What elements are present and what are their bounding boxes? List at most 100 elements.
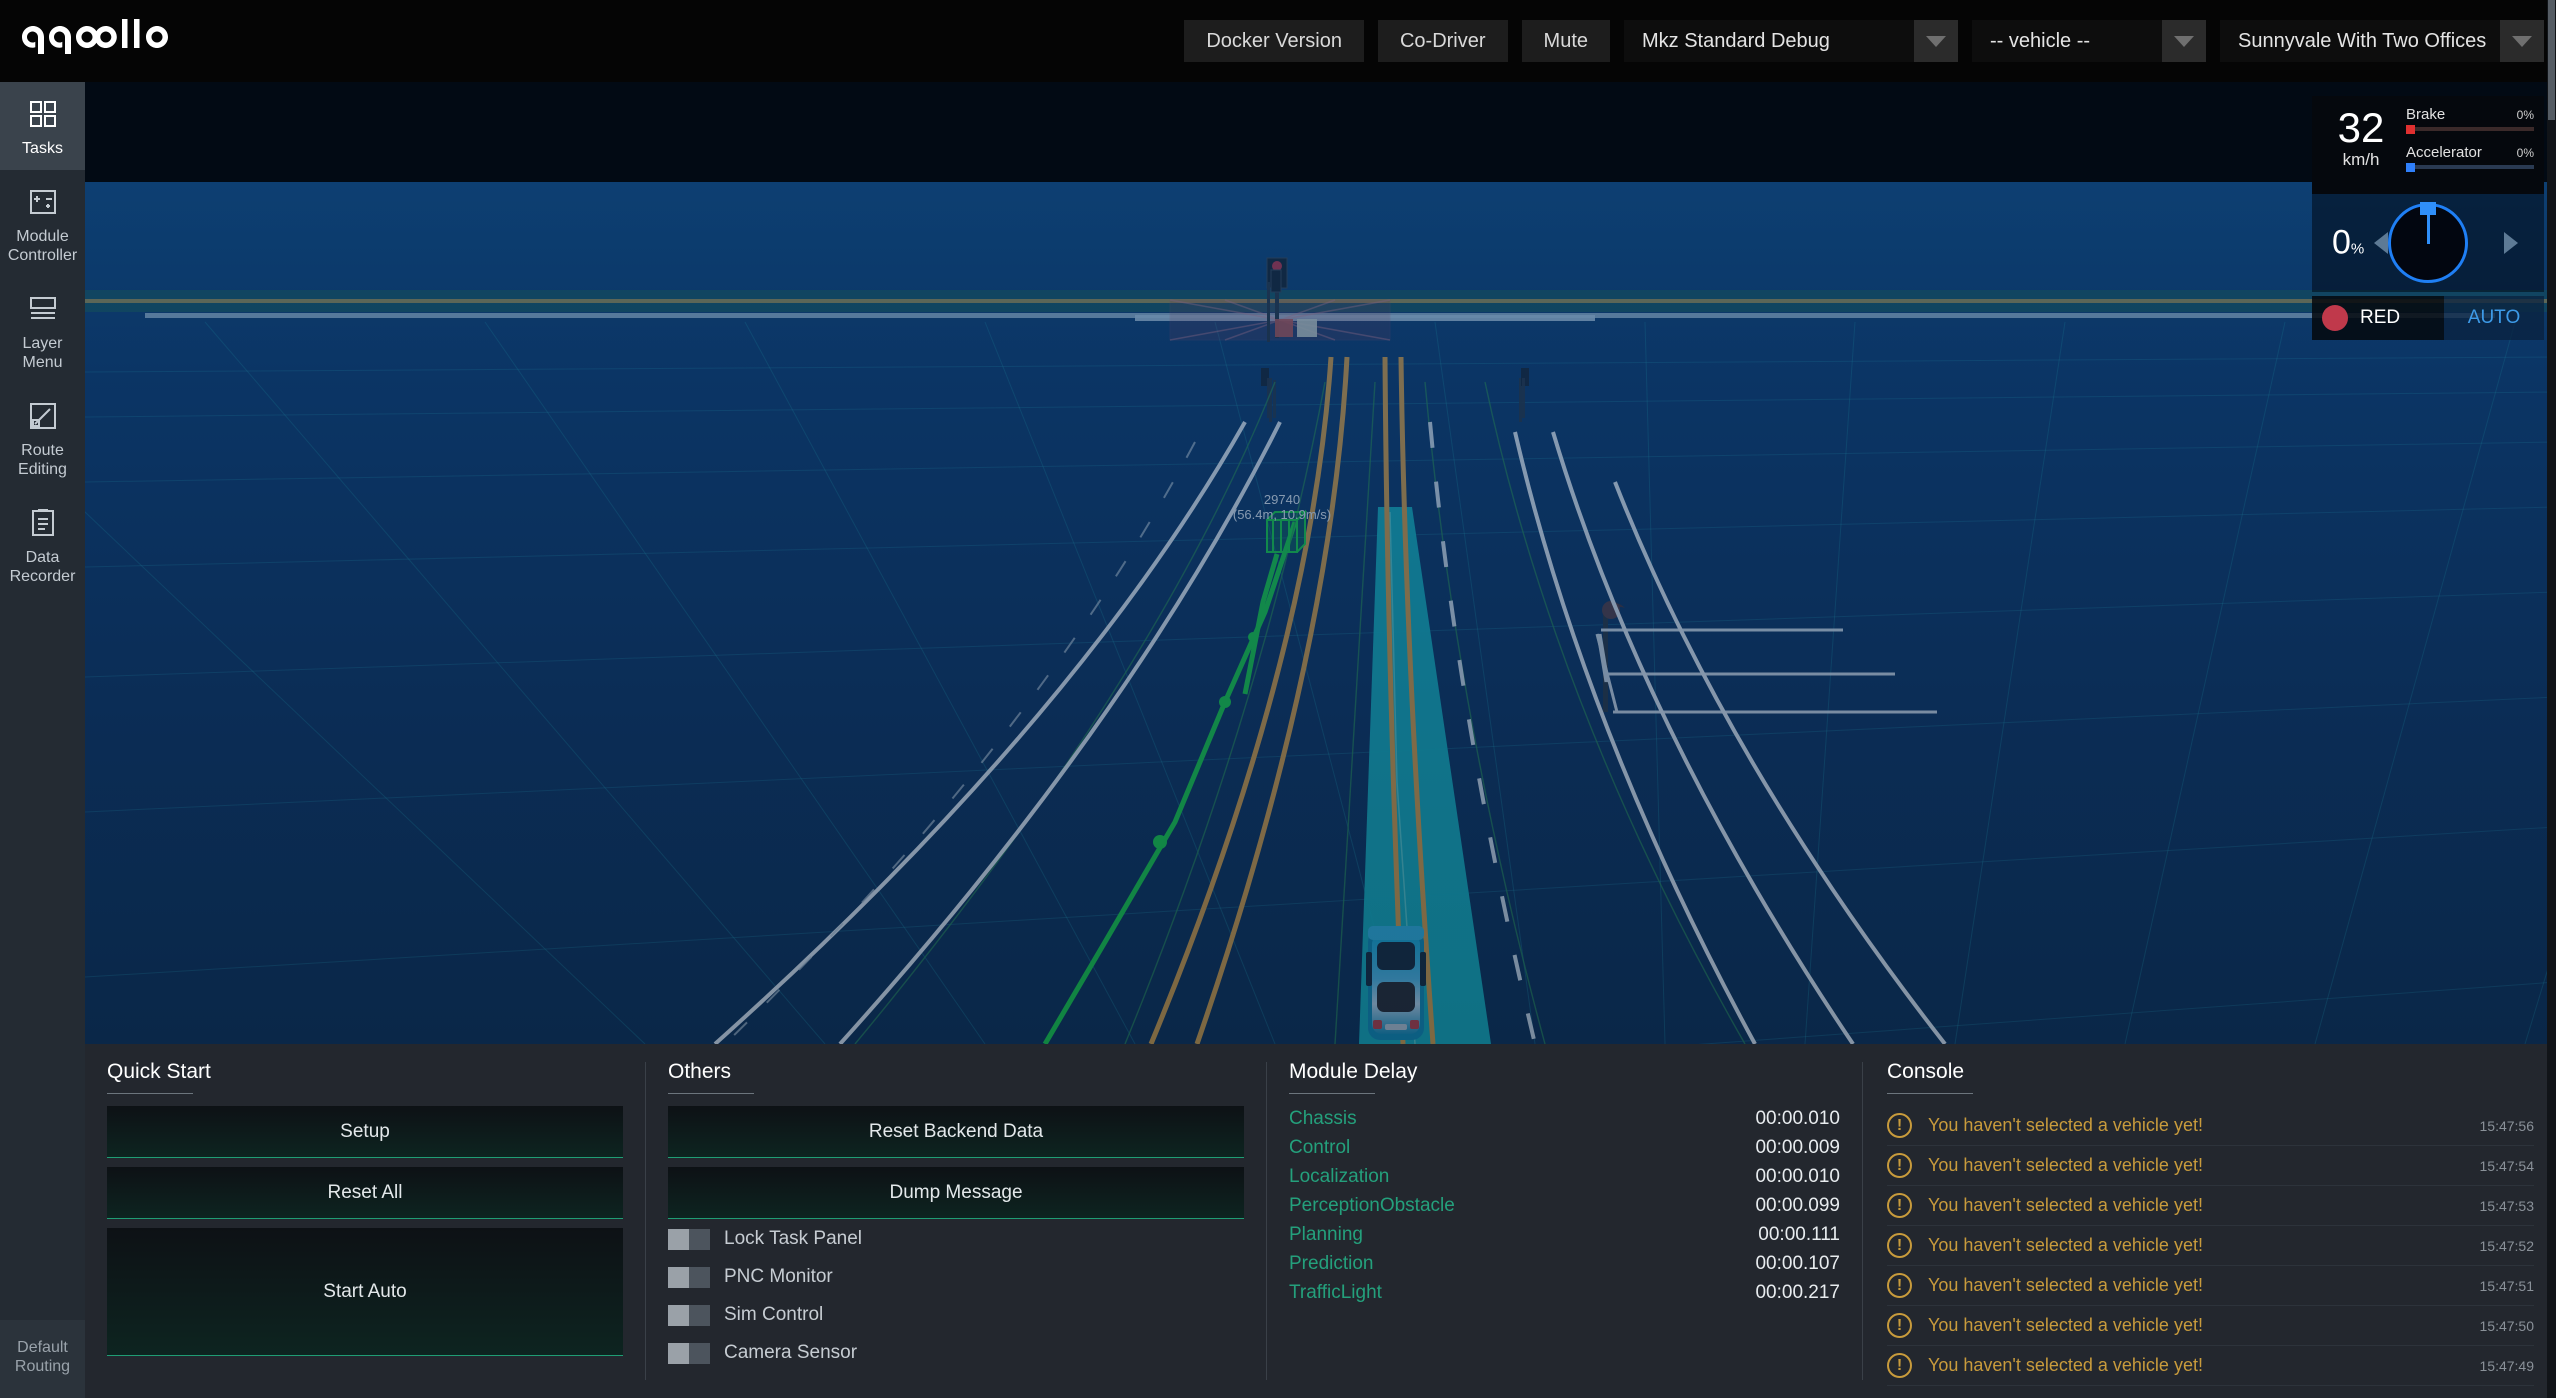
map-select-value: Sunnyvale With Two Offices (2238, 29, 2487, 52)
quick-start-panel: Quick Start Setup Reset All Start Auto (85, 1044, 645, 1398)
console-message: You haven't selected a vehicle yet! (1928, 1155, 2203, 1175)
toggle-pnc-monitor[interactable]: PNC Monitor (668, 1266, 1244, 1288)
console-row: ! You haven't selected a vehicle yet! 15… (1887, 1106, 2534, 1146)
scene-sky (85, 82, 2556, 182)
module-delay-title: Module Delay (1289, 1060, 1418, 1083)
module-delay-row: Control 00:00.009 (1289, 1135, 1840, 1164)
console-message: You haven't selected a vehicle yet! (1928, 1195, 2203, 1215)
speedometer: 32 km/h (2322, 106, 2400, 182)
brake-row: Brake 0% (2406, 106, 2534, 123)
console-message: You haven't selected a vehicle yet! (1928, 1315, 2203, 1335)
brake-bar (2406, 125, 2534, 134)
layer-menu-icon (25, 291, 61, 327)
sidebar-item-route-editing[interactable]: Route Editing (0, 384, 85, 491)
setup-button[interactable]: Setup (107, 1106, 623, 1158)
dump-message-button[interactable]: Dump Message (668, 1167, 1244, 1219)
mute-button[interactable]: Mute (1521, 20, 1610, 62)
speed-unit: km/h (2342, 150, 2380, 169)
traffic-light-status: RED (2312, 296, 2444, 340)
warning-icon: ! (1887, 1313, 1912, 1338)
scrollbar-thumb (2548, 0, 2555, 120)
console-message: You haven't selected a vehicle yet! (1928, 1115, 2203, 1135)
brake-percent: 0% (2516, 108, 2534, 122)
module-name: Localization (1289, 1166, 1390, 1187)
module-delay-value: 00:00.099 (1755, 1195, 1840, 1216)
obstacle-info-label: (56.4m, 10.9m/s) (1233, 507, 1331, 522)
driving-mode-button[interactable]: AUTO (2444, 296, 2544, 340)
page-scrollbar[interactable] (2547, 0, 2556, 1398)
module-name: PerceptionObstacle (1289, 1195, 1455, 1216)
reset-backend-data-button[interactable]: Reset Backend Data (668, 1106, 1244, 1158)
docker-version-button[interactable]: Docker Version (1184, 20, 1364, 62)
accelerator-row: Accelerator 0% (2406, 144, 2534, 161)
toggle-lock-task-panel[interactable]: Lock Task Panel (668, 1228, 1244, 1250)
vehicle-select[interactable]: -- vehicle -- (1972, 20, 2206, 62)
header-controls: Docker Version Co-Driver Mute Mkz Standa… (1184, 20, 2544, 62)
module-delay-panel: Module Delay Chassis 00:00.010 Control 0… (1267, 1044, 1862, 1398)
warning-icon: ! (1887, 1233, 1912, 1258)
steering-panel: 0% (2312, 194, 2544, 292)
console-row: ! You haven't selected a vehicle yet! 15… (1887, 1226, 2534, 1266)
module-delay-row: Chassis 00:00.010 (1289, 1106, 1840, 1135)
toggle-switch-icon[interactable] (668, 1304, 710, 1326)
mode-select[interactable]: Mkz Standard Debug (1624, 20, 1958, 62)
warning-icon: ! (1887, 1153, 1912, 1178)
console-time: 15:47:56 (2479, 1117, 2535, 1134)
steering-wheel-icon (2388, 202, 2468, 283)
console-row: ! You haven't selected a vehicle yet! 15… (1887, 1146, 2534, 1186)
turn-left-indicator-icon (2374, 232, 2388, 254)
vehicle-select-value: -- vehicle -- (1990, 29, 2091, 52)
console-list[interactable]: ! You haven't selected a vehicle yet! 15… (1887, 1106, 2534, 1386)
toggle-switch-icon[interactable] (668, 1342, 710, 1364)
traffic-light-label: RED (2360, 307, 2401, 328)
accelerator-label: Accelerator (2406, 144, 2482, 161)
hud-speed-panel: 32 km/h Brake 0% Accelerator 0% (2312, 96, 2544, 194)
warning-icon: ! (1887, 1353, 1912, 1378)
apollo-dreamview-app: Docker Version Co-Driver Mute Mkz Standa… (0, 0, 2556, 1398)
sidebar: Tasks Module Controller Layer Menu Route… (0, 82, 85, 1398)
module-delay-row: PerceptionObstacle 00:00.099 (1289, 1193, 1840, 1222)
start-auto-button[interactable]: Start Auto (107, 1228, 623, 1356)
sidebar-item-layer-menu[interactable]: Layer Menu (0, 277, 85, 384)
data-recorder-icon (25, 505, 61, 541)
steering-unit: % (2350, 240, 2365, 258)
brake-label: Brake (2406, 106, 2446, 123)
map-select[interactable]: Sunnyvale With Two Offices (2220, 20, 2544, 62)
brake-knob (2406, 125, 2415, 134)
console-time: 15:47:50 (2479, 1317, 2535, 1334)
others-panel: Others Reset Backend Data Dump Message L… (646, 1044, 1266, 1398)
sidebar-item-module-controller[interactable]: Module Controller (0, 170, 85, 277)
warning-icon: ! (1887, 1273, 1912, 1298)
module-name: Prediction (1289, 1253, 1374, 1274)
default-routing-button[interactable]: Default Routing (0, 1320, 85, 1398)
sidebar-item-label: Route Editing (18, 442, 67, 478)
co-driver-button[interactable]: Co-Driver (1377, 20, 1508, 62)
tasks-icon (25, 96, 61, 132)
reset-all-button[interactable]: Reset All (107, 1167, 623, 1219)
module-delay-row: Localization 00:00.010 (1289, 1164, 1840, 1193)
sidebar-item-label: Layer Menu (22, 335, 63, 371)
scene-geometry: 29740 (56.4m, 10.9m/s) (85, 257, 2556, 1044)
sidebar-item-tasks[interactable]: Tasks (0, 82, 85, 170)
simulation-3d-view[interactable]: 29740 (56.4m, 10.9m/s) 32 km/h Brake 0% … (85, 82, 2556, 1044)
module-delay-row: Planning 00:00.111 (1289, 1222, 1840, 1251)
module-delay-value: 00:00.010 (1755, 1108, 1840, 1129)
module-delay-value: 00:00.107 (1755, 1253, 1840, 1274)
toggle-sim-control[interactable]: Sim Control (668, 1304, 1244, 1326)
console-time: 15:47:52 (2479, 1237, 2535, 1254)
toggle-camera-sensor[interactable]: Camera Sensor (668, 1342, 1244, 1364)
obstacle-id-label: 29740 (1264, 492, 1300, 507)
console-time: 15:47:54 (2479, 1157, 2535, 1174)
bottom-panel-bar: Quick Start Setup Reset All Start Auto O… (85, 1044, 2556, 1398)
pedal-bars: Brake 0% Accelerator 0% (2400, 106, 2534, 182)
toggle-switch-icon[interactable] (668, 1228, 710, 1250)
module-delay-value: 00:00.111 (1758, 1224, 1840, 1245)
sidebar-item-data-recorder[interactable]: Data Recorder (0, 491, 85, 598)
module-name: Chassis (1289, 1108, 1357, 1129)
console-message: You haven't selected a vehicle yet! (1928, 1275, 2203, 1295)
toggle-label: PNC Monitor (724, 1266, 833, 1287)
sidebar-item-label: Module Controller (7, 228, 78, 264)
sidebar-item-label: Data Recorder (9, 549, 76, 585)
toggle-switch-icon[interactable] (668, 1266, 710, 1288)
title-underline (1887, 1093, 1973, 1094)
